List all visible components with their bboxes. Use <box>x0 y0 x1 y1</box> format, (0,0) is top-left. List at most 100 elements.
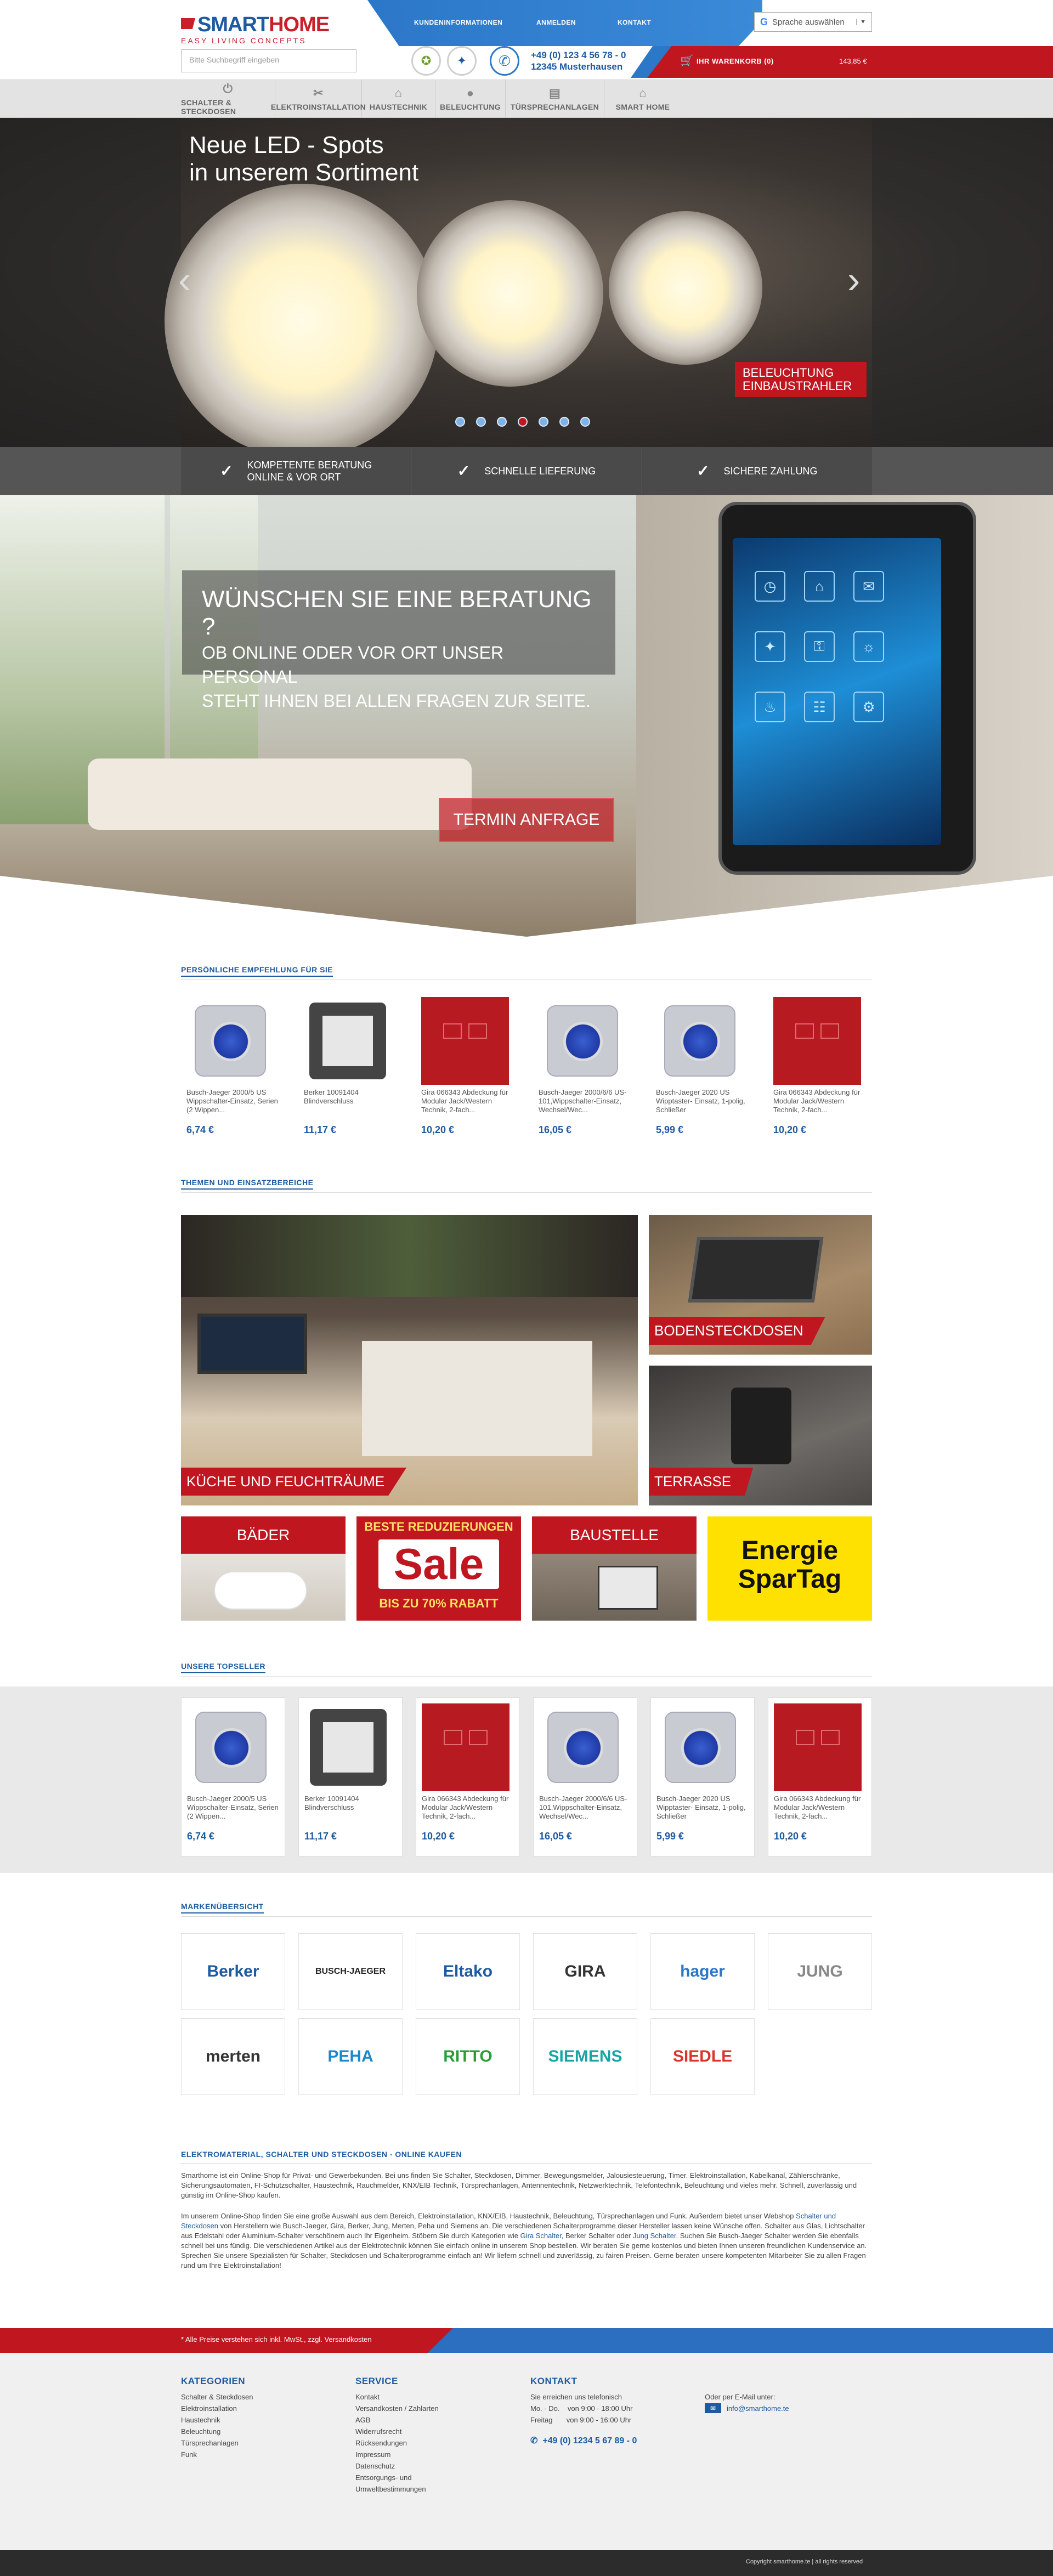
footer-phone[interactable]: ✆ +49 (0) 1234 5 67 89 - 0 <box>530 2435 637 2446</box>
product-name[interactable]: Berker 10091404 Blindverschluss <box>304 1794 398 1812</box>
footer-service-link[interactable]: Umweltbestimmungen <box>355 2483 439 2495</box>
slider-next-icon[interactable]: › <box>847 258 860 302</box>
product-card[interactable]: Busch-Jaeger 2020 US Wipptaster- Einsatz… <box>650 1697 755 1856</box>
footer-service-link[interactable]: Datenschutz <box>355 2460 439 2472</box>
footer-category-link[interactable]: Schalter & Steckdosen <box>181 2391 253 2403</box>
slider-dot[interactable] <box>497 417 507 427</box>
top-link-kundeninformationen[interactable]: KUNDENINFORMATIONEN <box>414 19 502 26</box>
slider-prev-icon[interactable]: ‹ <box>178 258 191 302</box>
slider-dot[interactable] <box>539 417 548 427</box>
footer-email[interactable]: ✉ info@smarthome.te <box>705 2403 789 2413</box>
brand-logo[interactable]: RITTO <box>416 2018 520 2095</box>
product-name[interactable]: Busch-Jaeger 2000/5 US Wippschalter-Eins… <box>186 1088 280 1114</box>
product-card[interactable]: Gira 066343 Abdeckung für Modular Jack/W… <box>416 992 520 1151</box>
product-name[interactable]: Gira 066343 Abdeckung für Modular Jack/W… <box>421 1088 514 1114</box>
footer-service-link[interactable]: Versandkosten / Zahlarten <box>355 2403 439 2414</box>
product-card[interactable]: Gira 066343 Abdeckung für Modular Jack/W… <box>416 1697 520 1856</box>
product-image[interactable] <box>421 997 509 1085</box>
product-image[interactable] <box>656 1703 744 1791</box>
slider-dot-active[interactable] <box>518 417 528 427</box>
hero-slider[interactable] <box>0 118 1053 447</box>
theme-terrace[interactable]: TERRASSE <box>649 1366 872 1505</box>
footer-service-link[interactable]: Widerrufsrecht <box>355 2426 439 2437</box>
top-link-anmelden[interactable]: ANMELDEN <box>536 19 576 26</box>
product-image[interactable] <box>539 1703 627 1791</box>
seo-link-gira[interactable]: Gira Schalter <box>520 2232 562 2240</box>
product-name[interactable]: Gira 066343 Abdeckung für Modular Jack/W… <box>773 1088 867 1114</box>
product-image[interactable] <box>422 1703 509 1791</box>
footer-service-link[interactable]: Impressum <box>355 2449 439 2460</box>
product-image[interactable] <box>774 1703 862 1791</box>
nav-item-beleuchtung[interactable]: ● BELEUCHTUNG <box>435 80 506 117</box>
brand-logo[interactable]: GIRA <box>533 1933 637 2010</box>
brand-logo[interactable]: merten <box>181 2018 285 2095</box>
footer-category-link[interactable]: Beleuchtung <box>181 2426 253 2437</box>
product-name[interactable]: Busch-Jaeger 2000/6/6 US-101,Wippschalte… <box>539 1088 632 1114</box>
product-image[interactable] <box>773 997 861 1085</box>
seo-link-jung[interactable]: Jung Schalter <box>633 2232 676 2240</box>
product-image[interactable] <box>656 997 744 1085</box>
product-image[interactable] <box>186 997 274 1085</box>
search-input[interactable]: Bitte Suchbegriff eingeben <box>181 49 356 72</box>
brand-logo[interactable]: BUSCH-JAEGER <box>298 1933 403 2010</box>
brand-logo[interactable]: SIEDLE <box>650 2018 755 2095</box>
language-select[interactable]: G Sprache auswählen ▼ <box>754 12 872 32</box>
product-image[interactable] <box>304 1703 392 1791</box>
footer-category-link[interactable]: Haustechnik <box>181 2414 253 2426</box>
product-card[interactable]: Berker 10091404 Blindverschluss 11,17 € <box>298 992 403 1151</box>
footer-service-link[interactable]: Rücksendungen <box>355 2437 439 2449</box>
nav-item-elektroinstallation[interactable]: ✂ ELEKTROINSTALLATION <box>271 80 366 117</box>
footer-service-link[interactable]: Kontakt <box>355 2391 439 2403</box>
product-card[interactable]: Berker 10091404 Blindverschluss 11,17 € <box>298 1697 403 1856</box>
product-name[interactable]: Busch-Jaeger 2000/5 US Wippschalter-Eins… <box>187 1794 280 1821</box>
product-card[interactable]: Gira 066343 Abdeckung für Modular Jack/W… <box>768 992 872 1151</box>
product-image[interactable] <box>539 997 626 1085</box>
product-name[interactable]: Berker 10091404 Blindverschluss <box>304 1088 397 1106</box>
product-card[interactable]: Busch-Jaeger 2000/5 US Wippschalter-Eins… <box>181 992 285 1151</box>
slider-dot[interactable] <box>455 417 465 427</box>
footer-category-link[interactable]: Funk <box>181 2449 253 2460</box>
brand-logo[interactable]: PEHA <box>298 2018 403 2095</box>
footer-category-link[interactable]: Türsprechanlagen <box>181 2437 253 2449</box>
brand-logo[interactable]: SIEMENS <box>533 2018 637 2095</box>
footer-service-link[interactable]: AGB <box>355 2414 439 2426</box>
brand-logo[interactable]: Berker <box>181 1933 285 2010</box>
logo[interactable]: SMARTHOME EASY LIVING CONCEPTS <box>181 14 356 45</box>
header-phone-number[interactable]: +49 (0) 123 4 56 78 - 0 <box>531 49 626 61</box>
theme-site[interactable]: BAUSTELLE <box>532 1516 697 1621</box>
product-card[interactable]: Gira 066343 Abdeckung für Modular Jack/W… <box>768 1697 872 1856</box>
footer-service-link[interactable]: Entsorgungs- und <box>355 2472 439 2483</box>
nav-item-schalter-steckdosen[interactable]: ⏻ SCHALTER & STECKDOSEN <box>181 80 275 117</box>
product-card[interactable]: Busch-Jaeger 2000/6/6 US-101,Wippschalte… <box>533 1697 637 1856</box>
brand-logo[interactable]: hager <box>650 1933 755 2010</box>
trust-seal-icon[interactable]: ✪ <box>411 46 441 76</box>
product-name[interactable]: Gira 066343 Abdeckung für Modular Jack/W… <box>422 1794 515 1821</box>
product-image[interactable] <box>304 997 392 1085</box>
product-image[interactable] <box>187 1703 275 1791</box>
slider-dot[interactable] <box>580 417 590 427</box>
product-card[interactable]: Busch-Jaeger 2020 US Wipptaster- Einsatz… <box>650 992 755 1151</box>
brand-logo[interactable]: JUNG <box>768 1933 872 2010</box>
top-link-kontakt[interactable]: KONTAKT <box>618 19 651 26</box>
product-card[interactable]: Busch-Jaeger 2000/6/6 US-101,Wippschalte… <box>533 992 637 1151</box>
product-name[interactable]: Busch-Jaeger 2020 US Wipptaster- Einsatz… <box>656 1088 749 1114</box>
nav-item-haustechnik[interactable]: ⌂ HAUSTECHNIK <box>362 80 435 117</box>
footer-category-link[interactable]: Elektroinstallation <box>181 2403 253 2414</box>
theme-sale[interactable]: BESTE REDUZIERUNGEN Sale BIS ZU 70% RABA… <box>356 1516 521 1621</box>
theme-kitchen[interactable]: KÜCHE UND FEUCHTRÄUME <box>181 1215 638 1505</box>
product-name[interactable]: Gira 066343 Abdeckung für Modular Jack/W… <box>774 1794 867 1821</box>
theme-bath[interactable]: BÄDER <box>181 1516 346 1621</box>
nav-item-smart-home[interactable]: ⌂ SMART HOME <box>604 80 681 117</box>
hero-badge[interactable]: BELEUCHTUNG EINBAUSTRAHLER <box>735 362 867 397</box>
product-name[interactable]: Busch-Jaeger 2000/6/6 US-101,Wippschalte… <box>539 1794 632 1821</box>
appointment-button[interactable]: TERMIN ANFRAGE <box>439 798 614 842</box>
shop-seal-icon[interactable]: ✦ <box>447 46 477 76</box>
product-name[interactable]: Busch-Jaeger 2020 US Wipptaster- Einsatz… <box>656 1794 750 1821</box>
nav-item-tuersprechanlagen[interactable]: ▤ TÜRSPRECHANLAGEN <box>506 80 604 117</box>
theme-floor-sockets[interactable]: BODENSTECKDOSEN <box>649 1215 872 1355</box>
slider-dot[interactable] <box>476 417 486 427</box>
product-card[interactable]: Busch-Jaeger 2000/5 US Wippschalter-Eins… <box>181 1697 285 1856</box>
brand-logo[interactable]: Eltako <box>416 1933 520 2010</box>
cart-label[interactable]: IHR WARENKORB (0) <box>697 57 774 65</box>
slider-dot[interactable] <box>559 417 569 427</box>
